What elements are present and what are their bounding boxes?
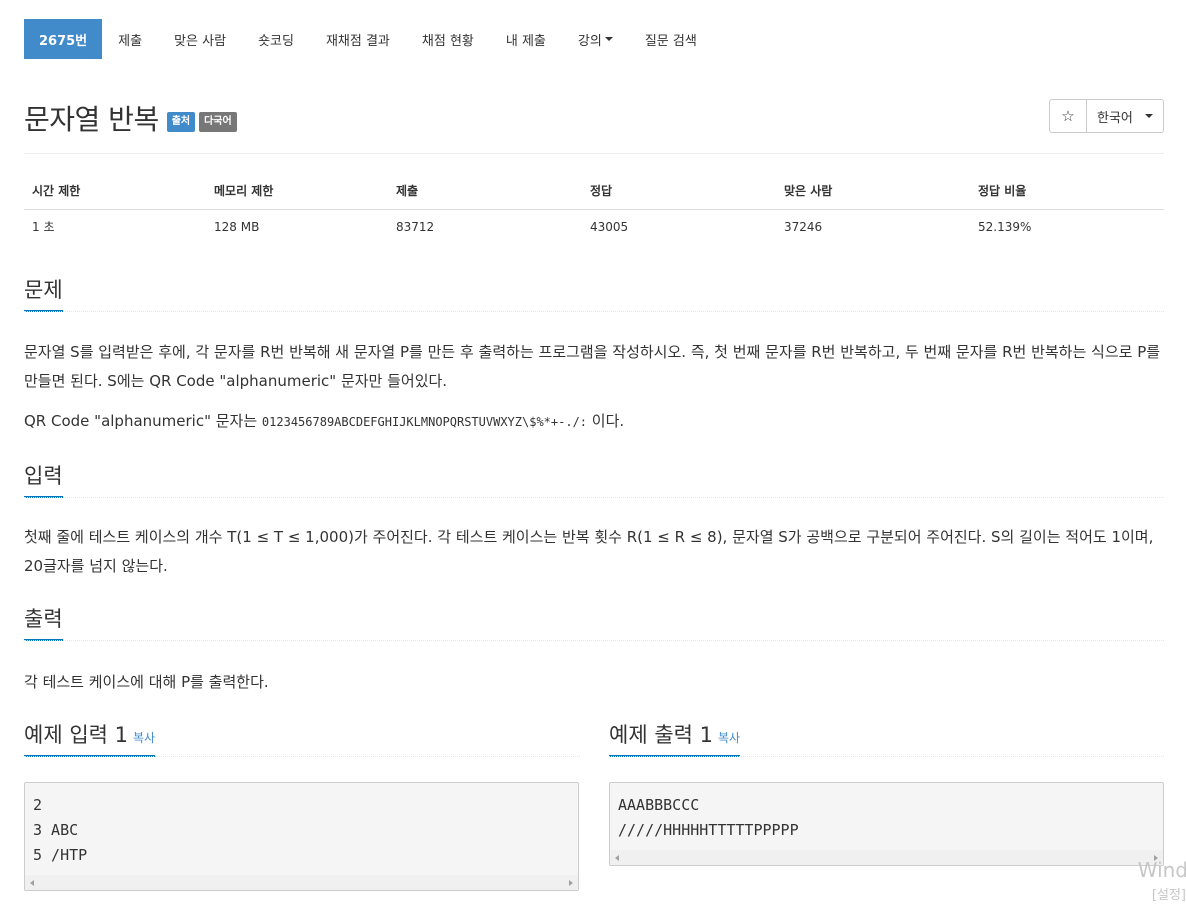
stats-accepted: 43005 [590, 219, 629, 234]
scroll-right-arrow-icon[interactable] [569, 880, 573, 886]
problem-section-header: 문제 [24, 274, 1164, 312]
section-divider [24, 497, 1164, 498]
alphanumeric-suffix: 이다. [587, 412, 625, 430]
language-select-button[interactable]: 한국어 [1087, 99, 1164, 133]
sample-output-title-wrap: 예제 출력 1 복사 [609, 719, 741, 757]
nav-judge-status[interactable]: 채점 현황 [406, 19, 490, 59]
favorite-star-button[interactable]: ☆ [1049, 99, 1087, 133]
nav-lectures-label: 강의 [577, 33, 602, 49]
output-section-header: 출력 [24, 603, 1164, 641]
nav-lectures-dropdown[interactable]: 강의 [562, 19, 629, 59]
input-section-title: 입력 [24, 460, 63, 498]
sample-input-header: 예제 입력 1 복사 [24, 719, 580, 757]
stats-header-submissions: 제출 [388, 172, 582, 210]
nav-short-coding[interactable]: 숏코딩 [242, 19, 310, 59]
problem-description: 문자열 S를 입력받은 후에, 각 문자를 R번 반복해 새 문자열 P를 만든… [24, 343, 1161, 390]
section-divider [24, 640, 1164, 641]
stats-value-row: 1 초 128 MB 83712 43005 37246 52.139% [24, 209, 1164, 244]
title-actions: ☆ 한국어 [1049, 99, 1164, 133]
star-icon: ☆ [1061, 107, 1075, 125]
caret-down-icon [1145, 114, 1153, 118]
sample-input-content: 2 3 ABC 5 /HTP [33, 796, 88, 864]
language-label: 한국어 [1097, 110, 1133, 126]
stats-header-accept-ratio: 정답 비율 [970, 172, 1164, 210]
sample-output-content: AAABBBCCC /////HHHHHTTTTTPPPPP [618, 796, 799, 839]
alphanumeric-prefix: QR Code "alphanumeric" 문자는 [24, 412, 262, 430]
title-divider [24, 153, 1164, 154]
copy-sample-output-link[interactable]: 복사 [718, 731, 740, 745]
stats-header-row: 시간 제한 메모리 제한 제출 정답 맞은 사람 정답 비율 [24, 172, 1164, 210]
stats-header-accepted: 정답 [582, 172, 776, 210]
caret-down-icon [604, 37, 613, 41]
scroll-left-arrow-icon[interactable] [30, 880, 34, 886]
nav-rejudge-results[interactable]: 재채점 결과 [310, 19, 406, 59]
sample-output-header: 예제 출력 1 복사 [609, 719, 1164, 757]
nav-submit[interactable]: 제출 [102, 19, 158, 59]
section-divider [24, 311, 1164, 312]
sample-input-title: 예제 입력 1 [24, 723, 128, 747]
source-badge[interactable]: 출처 [166, 112, 196, 132]
output-description: 각 테스트 케이스에 대해 P를 출력한다. [24, 673, 269, 691]
problem-section-title: 문제 [24, 274, 63, 312]
horizontal-scrollbar[interactable] [25, 875, 578, 890]
problem-alphanumeric-note: QR Code "alphanumeric" 문자는 0123456789ABC… [24, 407, 1164, 437]
copy-sample-input-link[interactable]: 복사 [133, 731, 155, 745]
section-divider [609, 756, 1164, 757]
stats-header-time-limit: 시간 제한 [24, 172, 206, 210]
output-section-title: 출력 [24, 603, 63, 641]
nav-solved-users[interactable]: 맞은 사람 [158, 19, 242, 59]
stats-submissions: 83712 [396, 219, 435, 234]
sample-output-title: 예제 출력 1 [609, 723, 713, 747]
multilang-badge[interactable]: 다국어 [199, 112, 237, 132]
nav-problem-number[interactable]: 2675번 [24, 19, 103, 59]
windows-watermark: Wind [1137, 858, 1186, 882]
windows-watermark-settings: [설정] [1151, 888, 1186, 903]
page-title: 문자열 반복 [24, 103, 159, 136]
nav-question-search[interactable]: 질문 검색 [629, 19, 713, 59]
stats-solved-users: 37246 [784, 219, 823, 234]
problem-stats-table: 시간 제한 메모리 제한 제출 정답 맞은 사람 정답 비율 1 초 128 M… [24, 172, 1164, 244]
input-description: 첫째 줄에 테스트 케이스의 개수 T(1 ≤ T ≤ 1,000)가 주어진다… [24, 528, 1154, 575]
scroll-left-arrow-icon[interactable] [615, 855, 619, 861]
stats-time-limit: 1 초 [32, 220, 55, 235]
alphanumeric-charset-code: 0123456789ABCDEFGHIJKLMNOPQRSTUVWXYZ\$%*… [261, 415, 588, 429]
sample-input-box[interactable]: 2 3 ABC 5 /HTP [24, 782, 579, 891]
sample-output-box[interactable]: AAABBBCCC /////HHHHHTTTTTPPPPP [609, 782, 1164, 866]
problem-title-row: 문자열 반복 출처 다국어 [24, 98, 237, 138]
stats-memory-limit: 128 MB [214, 219, 260, 234]
stats-header-solved-users: 맞은 사람 [776, 172, 970, 210]
sample-input-title-wrap: 예제 입력 1 복사 [24, 719, 156, 757]
stats-header-memory-limit: 메모리 제한 [206, 172, 388, 210]
stats-accept-ratio: 52.139% [978, 219, 1032, 234]
nav-my-submissions[interactable]: 내 제출 [490, 19, 562, 59]
horizontal-scrollbar[interactable] [610, 850, 1163, 865]
section-divider [24, 756, 580, 757]
problem-nav: 2675번 제출 맞은 사람 숏코딩 재채점 결과 채점 현황 내 제출 강의 … [24, 19, 713, 59]
input-section-header: 입력 [24, 460, 1164, 498]
